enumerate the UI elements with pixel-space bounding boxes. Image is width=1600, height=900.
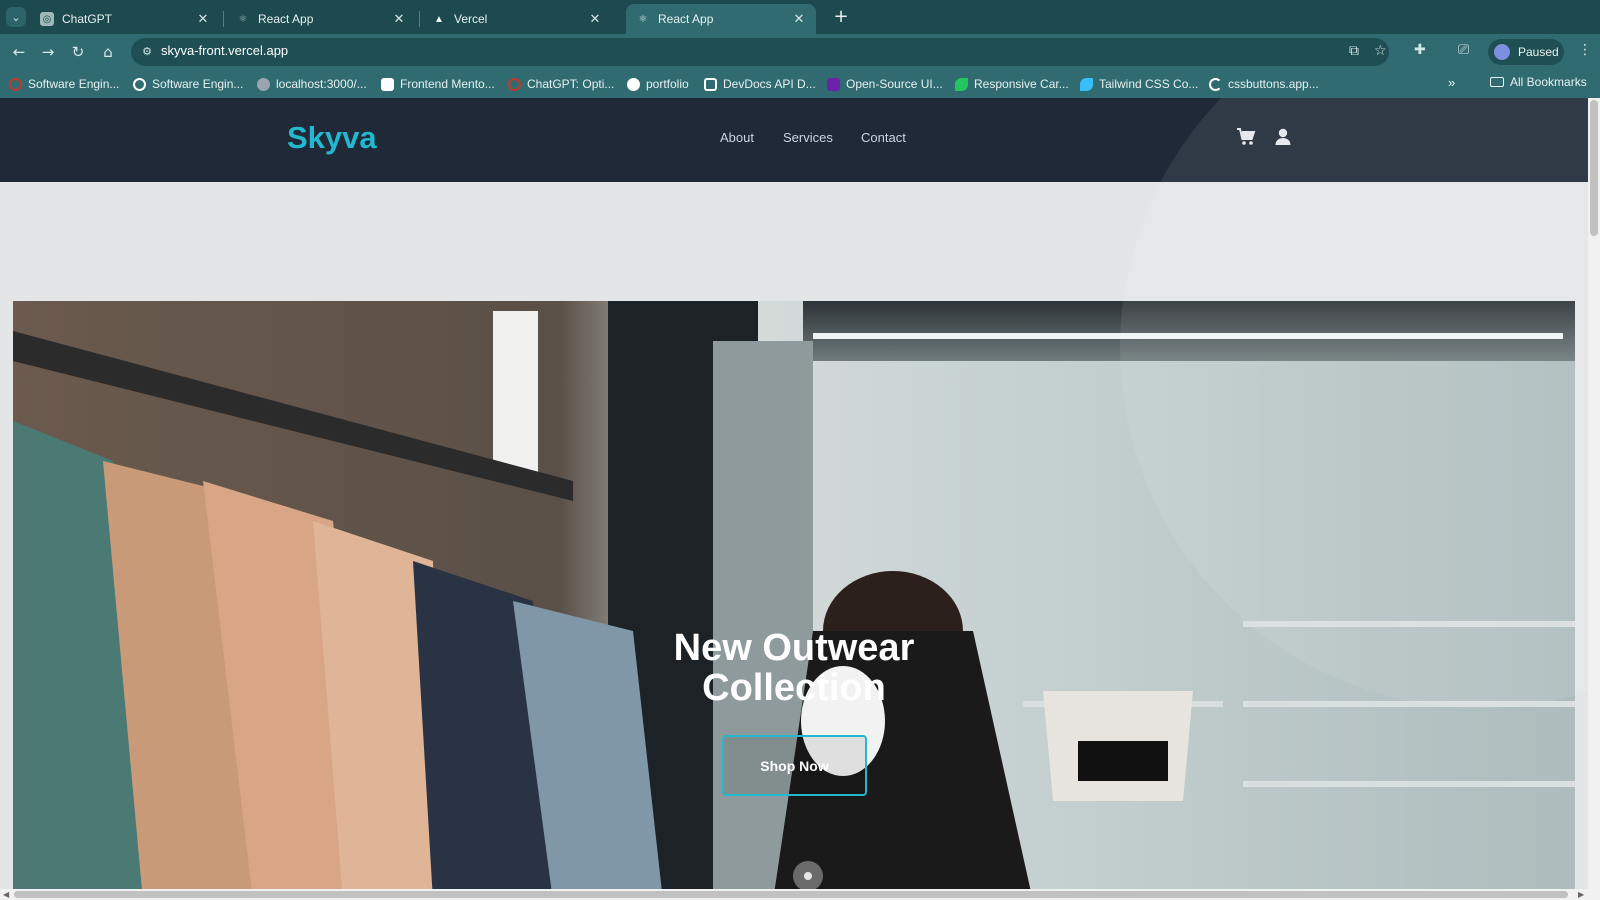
tailwind-icon <box>1080 77 1093 91</box>
back-button[interactable]: ← <box>8 41 30 63</box>
address-bar[interactable]: ⚙ skyva-front.vercel.app ⧉ ☆ <box>131 38 1389 66</box>
profile-button[interactable]: Paused <box>1488 39 1564 65</box>
tab-vercel[interactable]: ▲ Vercel ✕ <box>422 4 612 34</box>
bookmarks-bar: Software Engin... Software Engin... loca… <box>0 70 1600 98</box>
tab-strip: ⌄ ◎ ChatGPT ✕ ⚛ React App ✕ ▲ Vercel ✕ ⚛… <box>0 0 1600 34</box>
bookmark-favicon-icon <box>9 77 22 91</box>
bookmark-favicon-icon <box>508 77 521 91</box>
bookmark-item[interactable]: Tailwind CSS Co... <box>1080 75 1198 93</box>
close-icon[interactable]: ✕ <box>392 11 406 27</box>
page-viewport: Skyva About Services Contact New Outwear… <box>0 98 1588 889</box>
tab-title: ChatGPT <box>62 12 113 26</box>
arrow-left-icon: ← <box>12 43 26 61</box>
chatgpt-icon: ◎ <box>40 12 54 26</box>
google-icon <box>133 77 146 91</box>
close-icon[interactable]: ✕ <box>588 11 602 27</box>
bookmark-item[interactable]: localhost:3000/... <box>257 75 367 93</box>
user-icon[interactable] <box>1273 127 1293 147</box>
bookmark-item[interactable]: Frontend Mento... <box>381 75 495 93</box>
bookmark-item[interactable]: Software Engin... <box>133 75 243 93</box>
url-text[interactable]: skyva-front.vercel.app <box>161 43 288 58</box>
new-tab-button[interactable]: + <box>830 6 852 28</box>
devdocs-icon <box>704 77 717 91</box>
bookmark-item[interactable]: DevDocs API D... <box>704 75 816 93</box>
extensions-icon[interactable]: ✚ <box>1414 42 1426 58</box>
bookmark-item[interactable]: Responsive Car... <box>955 75 1069 93</box>
nav-link-services[interactable]: Services <box>783 130 833 145</box>
arrow-right-icon: → <box>41 43 55 61</box>
horizontal-scrollbar[interactable]: ◀ ▶ <box>0 889 1600 900</box>
menu-icon[interactable]: ⋮ <box>1578 42 1592 58</box>
scroll-right-icon[interactable]: ▶ <box>1578 890 1584 899</box>
tab-react-app-1[interactable]: ⚛ React App ✕ <box>226 4 416 34</box>
all-bookmarks-button[interactable]: All Bookmarks <box>1490 75 1587 89</box>
frontend-mentor-icon <box>381 77 394 91</box>
install-app-icon[interactable]: ⧉ <box>1349 43 1359 59</box>
react-icon: ⚛ <box>638 13 648 25</box>
tab-title: Vercel <box>454 12 488 26</box>
vertical-scrollbar[interactable] <box>1588 98 1600 889</box>
browser-toolbar: ← → ↻ ⌂ ⚙ skyva-front.vercel.app ⧉ ☆ ✚ ⎚… <box>0 34 1600 70</box>
home-button[interactable]: ⌂ <box>97 41 119 63</box>
bookmark-star-icon[interactable]: ☆ <box>1374 43 1387 59</box>
cssbuttons-icon <box>1209 77 1222 91</box>
bookmark-item[interactable]: Software Engin... <box>9 75 119 93</box>
reload-icon: ↻ <box>71 43 85 61</box>
profile-status: Paused <box>1518 45 1559 59</box>
hero-title: New Outwear Collection <box>673 627 915 709</box>
nav-link-about[interactable]: About <box>720 130 754 145</box>
horizontal-scroll-thumb[interactable] <box>14 891 1568 898</box>
site-header: Skyva About Services Contact <box>0 98 1588 182</box>
shop-now-button[interactable]: Shop Now <box>722 735 867 796</box>
plus-icon: + <box>833 6 849 27</box>
tab-react-app-active[interactable]: ⚛ React App ✕ <box>626 4 816 34</box>
bookmark-item[interactable]: Open-Source UI... <box>827 75 943 93</box>
reload-button[interactable]: ↻ <box>67 41 89 63</box>
scroll-left-icon[interactable]: ◀ <box>3 890 9 899</box>
hero-banner: New Outwear Collection Shop Now <box>13 301 1575 889</box>
tab-chatgpt[interactable]: ◎ ChatGPT ✕ <box>30 4 220 34</box>
bookmark-item[interactable]: ChatGPT: Opti... <box>508 75 614 93</box>
cart-icon[interactable] <box>1236 127 1256 147</box>
close-icon[interactable]: ✕ <box>196 11 210 27</box>
forward-button[interactable]: → <box>37 41 59 63</box>
chevron-down-icon: ⌄ <box>11 10 21 24</box>
vercel-icon: ▲ <box>434 13 444 25</box>
tab-title: React App <box>258 12 314 26</box>
leaf-icon <box>955 77 968 91</box>
uiverse-icon <box>827 77 840 91</box>
cast-icon[interactable]: ⎚ <box>1458 42 1469 58</box>
bookmarks-overflow-button[interactable]: » <box>1448 75 1455 90</box>
tab-search-button[interactable]: ⌄ <box>6 7 26 27</box>
site-logo[interactable]: Skyva <box>287 120 377 156</box>
folder-icon <box>1490 77 1504 87</box>
github-icon <box>627 77 640 91</box>
tab-title: React App <box>658 12 714 26</box>
close-icon[interactable]: ✕ <box>792 11 806 27</box>
bookmark-item[interactable]: cssbuttons.app... <box>1209 75 1319 93</box>
react-icon: ⚛ <box>238 13 248 25</box>
home-icon: ⌂ <box>103 43 113 61</box>
nav-link-contact[interactable]: Contact <box>861 130 906 145</box>
vertical-scroll-thumb[interactable] <box>1590 100 1598 236</box>
avatar <box>1494 44 1510 60</box>
site-info-icon[interactable]: ⚙ <box>139 44 155 60</box>
hero-photo <box>13 301 1575 889</box>
carousel-indicator[interactable] <box>793 861 823 889</box>
bookmark-item[interactable]: portfolio <box>627 75 689 93</box>
react-icon <box>257 77 270 91</box>
